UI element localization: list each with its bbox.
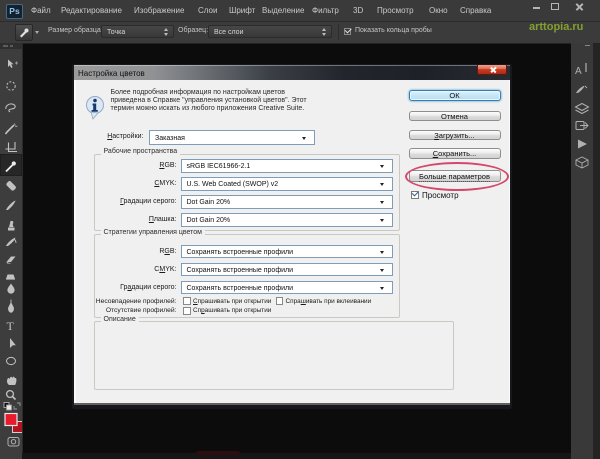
svg-text:A: A xyxy=(575,66,582,77)
svg-text:T: T xyxy=(7,319,15,333)
